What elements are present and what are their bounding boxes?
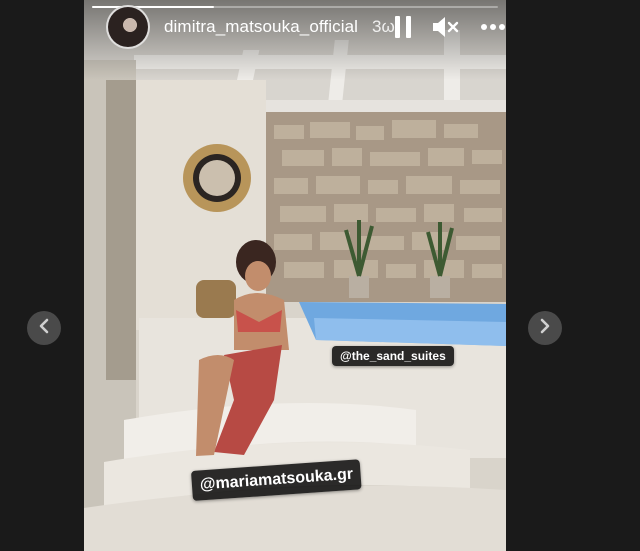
more-icon[interactable] bbox=[480, 24, 505, 30]
location-tag[interactable]: @the_sand_suites bbox=[332, 346, 454, 366]
username[interactable]: dimitra_matsouka_official bbox=[164, 17, 358, 37]
story-header: dimitra_matsouka_official 3ω bbox=[106, 4, 505, 50]
timestamp: 3ω bbox=[372, 17, 395, 36]
speaker-muted-icon[interactable] bbox=[432, 16, 459, 38]
next-story-button[interactable] bbox=[528, 311, 562, 345]
previous-story-button[interactable] bbox=[27, 311, 61, 345]
chevron-right-icon bbox=[539, 318, 551, 339]
chevron-left-icon bbox=[38, 318, 50, 339]
pause-icon[interactable] bbox=[394, 16, 411, 38]
avatar[interactable] bbox=[106, 5, 150, 49]
story-viewer[interactable]: dimitra_matsouka_official 3ω @the_sand_s… bbox=[84, 0, 506, 551]
